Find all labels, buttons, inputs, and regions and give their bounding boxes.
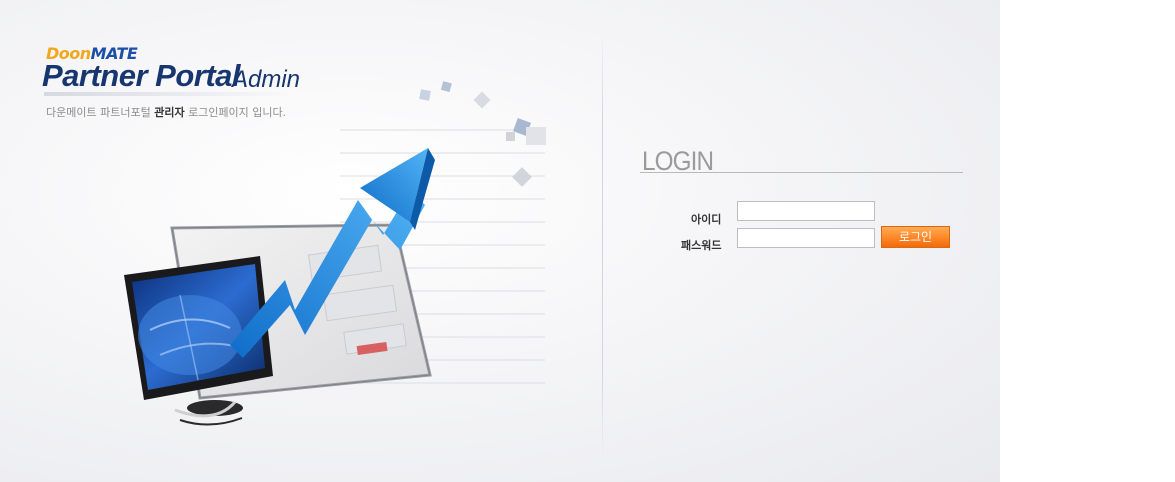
- vertical-divider: [602, 30, 603, 460]
- login-button[interactable]: 로그인: [881, 226, 950, 248]
- growth-illustration: [124, 81, 546, 426]
- id-label: 아이디: [691, 213, 722, 226]
- password-input[interactable]: [737, 228, 875, 248]
- login-page: DoonMATE Partner Portal Admin 다운메이트 파트너포…: [0, 0, 1000, 482]
- login-heading-rule: [640, 172, 963, 173]
- floating-squares-icon: [419, 81, 546, 187]
- id-input[interactable]: [737, 201, 875, 221]
- password-label: 패스워드: [681, 239, 722, 252]
